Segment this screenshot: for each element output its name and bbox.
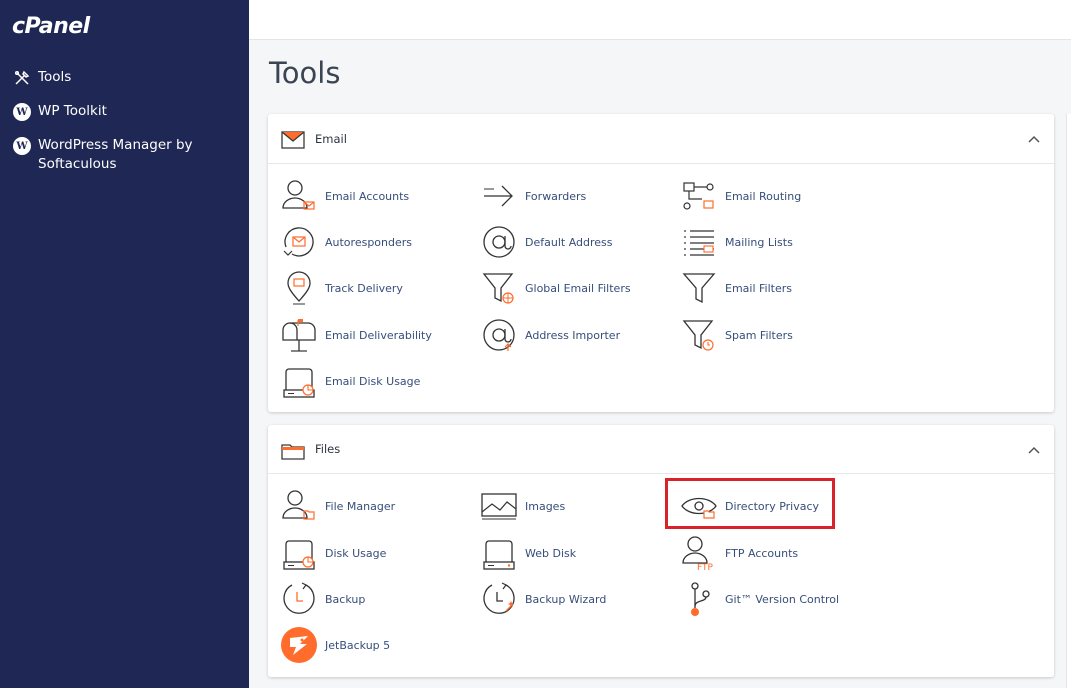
tool-autoresponders[interactable]: Autoresponders — [280, 223, 412, 261]
tool-label: Backup Wizard — [525, 592, 607, 606]
tool-label: Track Delivery — [325, 281, 403, 295]
jetbackup-icon — [281, 627, 317, 663]
tool-images[interactable]: Images — [480, 487, 565, 525]
envelope-icon — [281, 131, 305, 149]
tool-ftp-accounts[interactable]: FTP FTP Accounts — [680, 534, 798, 572]
forward-arrow-icon — [484, 185, 513, 207]
image-icon — [481, 493, 517, 520]
tool-label: Email Accounts — [325, 189, 410, 203]
filter-icon — [682, 273, 716, 304]
tool-label: Directory Privacy — [725, 499, 820, 513]
sidebar-item-label: Tools — [38, 69, 72, 85]
tool-label: File Manager — [325, 499, 396, 513]
tool-forwarders[interactable]: Forwarders — [480, 177, 586, 215]
tool-label: Spam Filters — [725, 328, 793, 342]
files-section-header[interactable]: Files — [268, 425, 1054, 474]
tool-disk-usage[interactable]: Disk Usage — [280, 534, 386, 572]
tool-label: Email Filters — [725, 281, 792, 295]
user-file-icon — [282, 490, 315, 520]
tool-mailing-lists[interactable]: Mailing Lists — [680, 223, 793, 261]
section-title: Files — [315, 442, 341, 456]
at-import-icon — [483, 319, 515, 351]
backup-wizard-icon — [483, 582, 515, 614]
tool-label: Backup — [325, 592, 366, 606]
tool-track-delivery[interactable]: Track Delivery — [280, 269, 403, 307]
filter-globe-icon — [482, 273, 514, 304]
tool-git-version-control[interactable]: Git™ Version Control — [680, 580, 839, 618]
sidebar-item-wp-toolkit[interactable]: W WP Toolkit — [12, 102, 107, 122]
at-sign-icon — [483, 226, 515, 258]
tool-label: Disk Usage — [325, 546, 387, 560]
tool-email-routing[interactable]: Email Routing — [680, 177, 801, 215]
map-pin-icon — [287, 271, 311, 305]
sidebar-item-label: WordPress Manager by Softaculous — [38, 137, 193, 172]
tool-label: Default Address — [525, 235, 613, 249]
tool-email-filters[interactable]: Email Filters — [680, 269, 792, 307]
backup-clock-icon — [283, 582, 315, 614]
tool-backup[interactable]: Backup — [280, 580, 365, 618]
tool-label: Global Email Filters — [525, 281, 631, 295]
tool-email-disk-usage[interactable]: Email Disk Usage — [280, 362, 420, 400]
tool-label: Images — [525, 499, 566, 513]
tool-email-deliverability[interactable]: Email Deliverability — [280, 316, 432, 354]
tool-email-accounts[interactable]: Email Accounts — [280, 177, 409, 215]
section-title: Email — [315, 131, 347, 146]
user-mail-icon — [282, 180, 315, 210]
tool-label: Forwarders — [525, 189, 587, 203]
eye-icon — [681, 497, 717, 519]
routing-icon — [683, 182, 714, 210]
tool-label: Address Importer — [525, 328, 621, 342]
tool-global-email-filters[interactable]: Global Email Filters — [480, 269, 631, 307]
web-disk-icon — [483, 540, 515, 570]
wordpress-icon: W — [12, 136, 32, 156]
git-branch-icon — [691, 582, 710, 616]
tool-default-address[interactable]: Default Address — [480, 223, 613, 261]
tool-address-importer[interactable]: Address Importer — [480, 316, 620, 354]
folder-icon — [281, 444, 305, 460]
disk-usage-icon — [283, 540, 315, 570]
disk-usage-icon — [283, 368, 315, 398]
tool-backup-wizard[interactable]: Backup Wizard — [480, 580, 606, 618]
wordpress-icon: W — [12, 102, 32, 122]
sidebar-item-tools[interactable]: Tools — [12, 68, 71, 88]
tool-label: FTP Accounts — [725, 546, 799, 560]
spam-filter-icon — [682, 320, 714, 351]
tool-label: Email Disk Usage — [325, 374, 421, 388]
tool-label: Git™ Version Control — [725, 592, 840, 606]
list-icon — [684, 230, 714, 256]
tool-file-manager[interactable]: File Manager — [280, 487, 395, 525]
tools-icon — [12, 68, 32, 88]
top-bar — [249, 0, 1071, 40]
tool-label: Mailing Lists — [725, 235, 793, 249]
tool-label: Email Routing — [725, 189, 802, 203]
tool-jetbackup-5[interactable]: JetBackup 5 — [280, 626, 390, 664]
mailbox-icon — [282, 319, 316, 352]
tool-label: Autoresponders — [325, 235, 413, 249]
right-column-edge — [1066, 114, 1071, 688]
chevron-up-icon[interactable] — [1028, 445, 1040, 455]
tool-spam-filters[interactable]: Spam Filters — [680, 316, 793, 354]
tool-label: Email Deliverability — [325, 328, 432, 342]
chevron-up-icon[interactable] — [1028, 134, 1040, 144]
autoresponder-icon — [283, 227, 314, 257]
tool-label: Web Disk — [525, 546, 577, 560]
tool-directory-privacy[interactable]: Directory Privacy — [680, 487, 819, 525]
tool-web-disk[interactable]: Web Disk — [480, 534, 576, 572]
svg-text:FTP: FTP — [697, 563, 714, 572]
email-section-header[interactable]: Email — [268, 114, 1054, 164]
tool-label: JetBackup 5 — [325, 638, 391, 652]
page-title: Tools — [269, 56, 341, 90]
sidebar-item-label: WP Toolkit — [38, 103, 107, 119]
sidebar-item-wordpress-manager[interactable]: W WordPress Manager by Softaculous — [12, 136, 237, 174]
sidebar: cPanel Tools W WP Toolkit W WordPress Ma… — [0, 0, 249, 688]
cpanel-logo[interactable]: cPanel — [12, 14, 90, 39]
ftp-user-icon: FTP — [682, 536, 714, 572]
